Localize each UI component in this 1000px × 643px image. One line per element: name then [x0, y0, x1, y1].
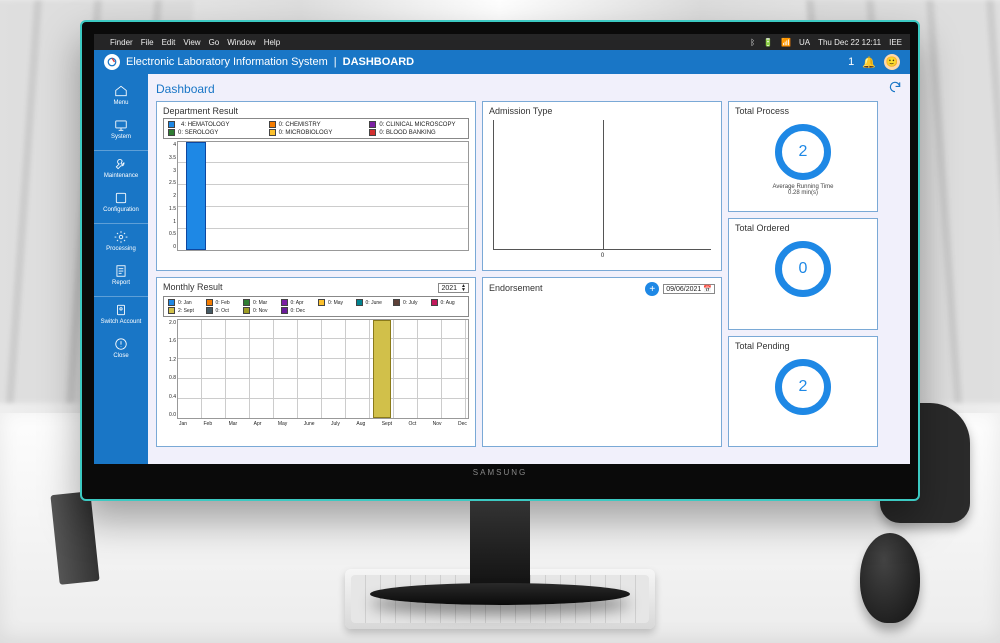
locale-indicator[interactable]: UA — [799, 38, 810, 47]
avatar[interactable]: 🙂 — [884, 54, 900, 70]
panel-endorsement: Endorsement + 09/06/2021 📅 — [482, 277, 722, 447]
sidebar-item-close[interactable]: Close — [94, 333, 148, 363]
screen: Finder File Edit View Go Window Help ᛒ 🔋… — [94, 34, 910, 464]
title-sep: | — [334, 56, 337, 68]
monitor-brand: SAMSUNG — [94, 468, 906, 477]
process-title: Total Process — [735, 106, 789, 116]
bar-hematology — [186, 142, 206, 250]
endorsement-date-input[interactable]: 09/06/2021 📅 — [663, 284, 715, 294]
process-sub-value: 0.28 min(s) — [788, 190, 818, 196]
refresh-button[interactable] — [888, 80, 902, 97]
notif-count[interactable]: 1 — [848, 56, 854, 68]
app-name: Electronic Laboratory Information System — [126, 56, 328, 68]
app-titlebar: Electronic Laboratory Information System… — [94, 50, 910, 74]
sidebar-item-report[interactable]: Report — [94, 260, 148, 290]
panel-monthly-result: Monthly Result 2021 ▲▼ 0: Jan 0: Feb 0: … — [156, 277, 476, 447]
leg-serology: 0: SEROLOGY — [178, 130, 218, 136]
page-name: DASHBOARD — [343, 56, 415, 68]
menubar-finder[interactable]: Finder — [110, 38, 133, 47]
leg-hematology: 4: HEMATOLOGY — [181, 122, 229, 128]
add-endorsement-button[interactable]: + — [645, 282, 659, 296]
leg-blood: 0: BLOOD BANKING — [379, 130, 435, 136]
dept-yaxis: 43.532.521.510.50 — [164, 142, 176, 250]
menubar-file[interactable]: File — [141, 38, 154, 47]
sidebar-label-menu: Menu — [113, 100, 128, 106]
pending-value: 2 — [775, 359, 831, 415]
ordered-value: 0 — [775, 241, 831, 297]
endorsement-body — [489, 300, 715, 430]
sidebar: Menu System Maintenance Configuration — [94, 74, 148, 464]
monthly-title: Monthly Result — [163, 282, 223, 292]
clock: Thu Dec 22 12:11 — [818, 38, 881, 47]
admission-zero: 0 — [601, 253, 604, 259]
wifi-icon[interactable]: 📶 — [781, 38, 791, 47]
monitor: Finder File Edit View Go Window Help ᛒ 🔋… — [80, 20, 920, 605]
panel-total-ordered: Total Ordered 0 — [728, 218, 878, 329]
battery-icon[interactable]: 🔋 — [763, 38, 773, 47]
bar-sept — [373, 320, 391, 418]
monthly-chart: 2.01.61.20.80.40.0 — [177, 319, 469, 419]
sidebar-label-close: Close — [113, 353, 128, 359]
sidebar-label-maintenance: Maintenance — [104, 173, 138, 179]
leg-microbiology: 0: MICROBIOLOGY — [279, 130, 333, 136]
dept-title: Department Result — [163, 106, 469, 116]
mac-menubar: Finder File Edit View Go Window Help ᛒ 🔋… — [94, 34, 910, 50]
sidebar-item-menu[interactable]: Menu — [94, 80, 148, 110]
right-column: Total Process 2 Average Running Time0.28… — [728, 101, 878, 447]
panel-total-pending: Total Pending 2 — [728, 336, 878, 447]
panel-admission-type: Admission Type 0 — [482, 101, 722, 271]
sidebar-item-maintenance[interactable]: Maintenance — [94, 150, 148, 183]
sidebar-item-processing[interactable]: Processing — [94, 223, 148, 256]
monitor-neck — [470, 501, 530, 591]
page-title: Dashboard — [156, 82, 215, 96]
sidebar-label-report: Report — [112, 280, 130, 286]
calendar-icon: 📅 — [703, 285, 712, 293]
leg-clinical: 0: CLINICAL MICROSCOPY — [379, 122, 455, 128]
monthly-yaxis: 2.01.61.20.80.40.0 — [164, 320, 176, 418]
main-content: Dashboard Department Result 4: HEMATOLOG… — [148, 74, 910, 464]
menubar-help[interactable]: Help — [264, 38, 280, 47]
dept-chart: 43.532.521.510.50 — [177, 141, 469, 251]
monthly-legend: 0: Jan 0: Feb 0: Mar 0: Apr 0: May 0: Ju… — [163, 296, 469, 317]
year-selector[interactable]: 2021 ▲▼ — [438, 283, 469, 293]
sidebar-label-configuration: Configuration — [103, 207, 139, 213]
sidebar-label-switch: Switch Account — [101, 319, 142, 325]
sidebar-label-system: System — [111, 134, 131, 140]
leg-chemistry: 0: CHEMISTRY — [279, 122, 321, 128]
sidebar-item-system[interactable]: System — [94, 114, 148, 144]
menubar-window[interactable]: Window — [227, 38, 255, 47]
process-value: 2 — [775, 124, 831, 180]
spinner-icon[interactable]: ▲▼ — [461, 284, 466, 292]
endorse-title: Endorsement — [489, 283, 543, 293]
menubar-go[interactable]: Go — [209, 38, 220, 47]
admission-title: Admission Type — [489, 106, 715, 116]
bluetooth-icon[interactable]: ᛒ — [750, 38, 755, 47]
panel-department-result: Department Result 4: HEMATOLOGY 0: CHEMI… — [156, 101, 476, 271]
panel-total-process: Total Process 2 Average Running Time0.28… — [728, 101, 878, 212]
ordered-title: Total Ordered — [735, 223, 790, 233]
sidebar-label-processing: Processing — [106, 246, 136, 252]
menubar-view[interactable]: View — [183, 38, 200, 47]
notif-icon[interactable]: 🔔 — [862, 56, 876, 69]
sidebar-item-switch[interactable]: Switch Account — [94, 296, 148, 329]
status-suffix: IEE — [889, 38, 902, 47]
dept-legend: 4: HEMATOLOGY 0: CHEMISTRY 0: CLINICAL M… — [163, 118, 469, 139]
monitor-base — [370, 583, 630, 605]
sidebar-item-configuration[interactable]: Configuration — [94, 187, 148, 217]
menubar-edit[interactable]: Edit — [162, 38, 176, 47]
app-logo — [104, 54, 120, 70]
pending-title: Total Pending — [735, 341, 790, 351]
monthly-xaxis: JanFebMarAprMayJuneJulyAugSeptOctNovDec — [177, 419, 469, 427]
admission-chart: 0 — [493, 120, 711, 250]
